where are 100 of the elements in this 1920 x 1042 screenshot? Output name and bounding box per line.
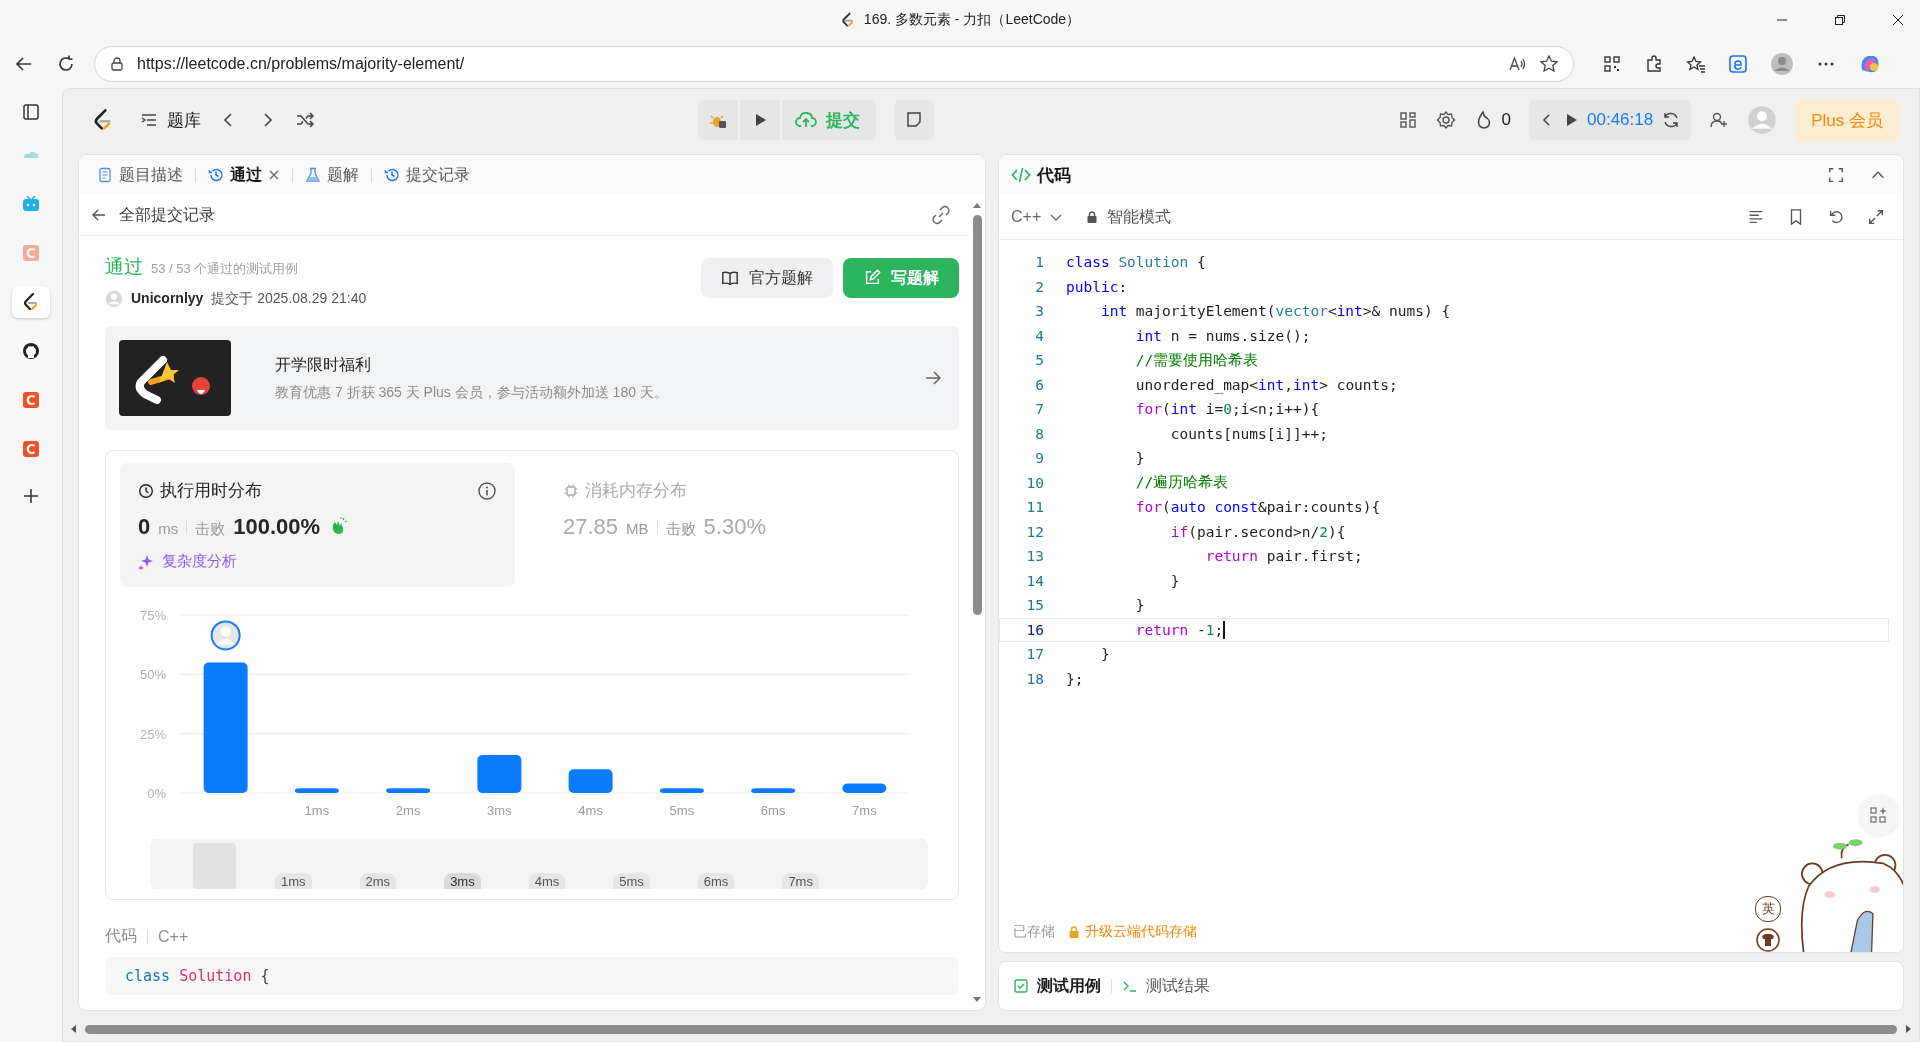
bar[interactable] [751, 788, 796, 793]
username[interactable]: Unicornlyy [131, 290, 204, 306]
close-tab-icon[interactable] [268, 169, 280, 181]
browser-e-icon[interactable] [1728, 54, 1748, 74]
link-icon[interactable] [931, 205, 951, 225]
shuffle-icon[interactable] [295, 110, 315, 130]
line-number: 13 [1025, 548, 1044, 565]
user-marker-icon [210, 620, 241, 651]
console-tab[interactable]: 测试结果 [1122, 975, 1210, 997]
leetcode-logo-icon [839, 12, 856, 28]
status-text: 通过 [105, 255, 143, 279]
bar[interactable] [842, 783, 887, 793]
bar[interactable] [659, 788, 704, 793]
axis-label: 50% [139, 667, 166, 683]
scroll-left-icon[interactable] [69, 1024, 79, 1034]
axis-label: 4ms [578, 803, 603, 818]
reload-icon[interactable] [56, 54, 76, 74]
expand-icon[interactable] [1867, 208, 1885, 226]
address-field[interactable]: https://leetcode.cn/problems/majority-element/ [94, 46, 1574, 82]
language-dropdown[interactable]: C++ [1011, 208, 1064, 226]
add-icon[interactable] [21, 486, 41, 506]
info-icon[interactable] [477, 480, 497, 501]
mode-toggle[interactable]: 智能模式 [1085, 206, 1172, 228]
bar[interactable] [568, 769, 613, 793]
range-label: 2ms [359, 873, 397, 889]
book-icon [721, 269, 739, 287]
distribution-title: 消耗内存分布 [585, 480, 687, 502]
restore-icon[interactable] [1834, 14, 1846, 26]
tabs-icon[interactable] [21, 102, 41, 122]
code-line: } [1099, 646, 1110, 663]
undo-icon[interactable] [1827, 208, 1845, 226]
axis-label: 6ms [760, 803, 786, 818]
back-link[interactable]: 全部提交记录 [91, 204, 215, 226]
beats-percentage: 100.00% [233, 514, 321, 540]
line-number: 2 [1034, 278, 1044, 295]
fullscreen-icon[interactable] [1827, 166, 1845, 184]
code-line: } [1134, 597, 1145, 614]
scrollbar-thumb[interactable] [972, 215, 982, 615]
panel-tab[interactable]: 题解 [303, 160, 361, 190]
apps-icon [1869, 805, 1889, 825]
axis-label: 5ms [669, 803, 695, 818]
panel-tab[interactable]: 提交记录 [382, 160, 472, 190]
sidebar-app-button[interactable] [12, 286, 50, 318]
settings-icon[interactable] [1435, 110, 1456, 130]
star-icon[interactable] [1539, 54, 1559, 74]
puzzle-icon[interactable] [1644, 54, 1664, 74]
line-number: 3 [1034, 303, 1044, 320]
debug-button[interactable] [698, 100, 739, 140]
panel-tab[interactable]: 题目描述 [95, 160, 185, 190]
format-icon[interactable] [1747, 208, 1765, 226]
submit-time-text: 提交于 2025.08.29 21:40 [211, 290, 367, 308]
range-handle[interactable] [193, 843, 236, 889]
code-block: class Solution { [105, 957, 959, 995]
code-line: unordered_map<int,int> counts; [1134, 376, 1398, 393]
line-number: 6 [1034, 376, 1044, 393]
lock-icon [109, 56, 125, 72]
line-number: 10 [1025, 474, 1044, 491]
add-user-icon[interactable] [1709, 110, 1730, 130]
scrollbar-thumb[interactable] [85, 1024, 1897, 1034]
distribution-title: 执行用时分布 [160, 480, 262, 502]
window-title: 169. 多数元素 - 力扣（LeetCode） [863, 11, 1081, 29]
scroll-up-icon[interactable] [972, 201, 982, 211]
panel-tab[interactable]: 通过 [206, 160, 282, 190]
edit-icon [863, 269, 881, 287]
line-number: 11 [1025, 499, 1044, 516]
input-method-label[interactable]: 英 [1755, 896, 1781, 922]
layout-icon[interactable] [1397, 110, 1418, 130]
note-button[interactable] [894, 100, 935, 140]
promo-banner[interactable]: 开学限时福利 教育优惠 7 折获 365 天 Plus 会员，参与活动额外加送 180 天。 [105, 326, 959, 430]
bar[interactable] [386, 788, 431, 793]
qr-code-icon[interactable] [1602, 54, 1622, 74]
beats-label: 击败 [665, 520, 696, 539]
c-logo-icon [21, 439, 41, 459]
code-line: //需要使用哈希表 [1134, 350, 1259, 370]
code-line: class Solution { [1066, 254, 1206, 271]
axis-label: 7ms [852, 803, 877, 818]
scroll-right-icon[interactable] [1903, 1024, 1913, 1034]
scroll-down-icon[interactable] [972, 994, 982, 1004]
code-line: } [1134, 450, 1145, 467]
range-label: 6ms [697, 873, 735, 889]
bar[interactable] [294, 788, 339, 793]
code-line: return -1; [1134, 620, 1226, 639]
avatar-icon[interactable] [1770, 52, 1794, 76]
back-arrow-icon [91, 207, 107, 223]
official-solution-button[interactable]: 官方题解 [701, 258, 833, 298]
stat-value: 27.85 [563, 514, 619, 540]
lock-icon [1067, 925, 1081, 939]
code-line: for(auto const&pair:counts){ [1134, 499, 1381, 516]
close-icon[interactable] [1892, 14, 1904, 26]
streak-button[interactable]: 0 [1473, 110, 1512, 130]
problem-list-button[interactable]: 题库 [139, 108, 201, 132]
complexity-analysis-link[interactable]: 复杂度分析 [138, 552, 497, 571]
code-line: }; [1066, 670, 1084, 687]
console-tab[interactable]: 测试用例 [1013, 975, 1101, 997]
run-button[interactable] [740, 100, 781, 140]
shirt-icon[interactable] [1756, 928, 1780, 952]
axis-label: 25% [139, 726, 166, 742]
range-slider[interactable]: 1ms 2ms 3ms 4ms 5ms 6ms 7ms [150, 839, 928, 889]
favorites-icon[interactable] [1686, 54, 1706, 74]
distribution-tab[interactable]: 执行用时分布 0 ms 击败 100.00% 复杂度分析 [120, 463, 515, 587]
